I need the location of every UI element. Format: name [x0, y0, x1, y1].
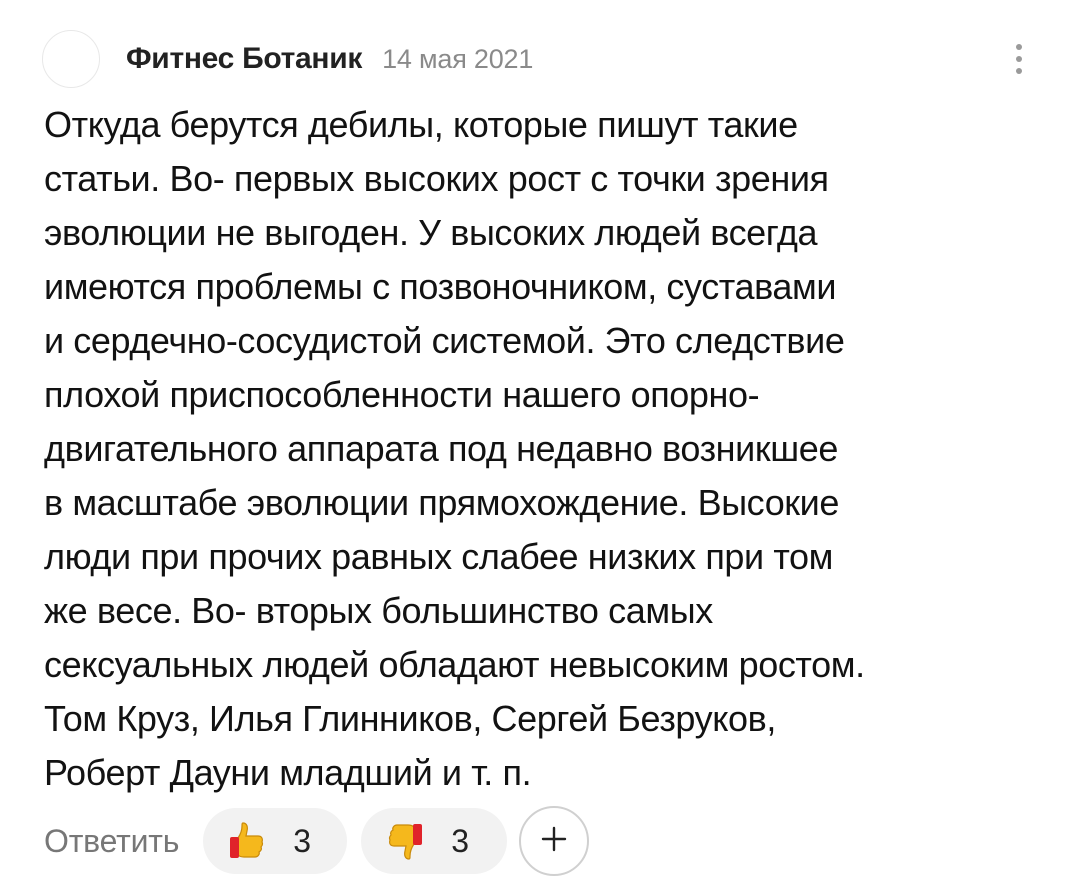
- comment-date: 14 мая 2021: [382, 43, 534, 74]
- comment-text: Откуда берутся дебилы, которые пишут так…: [44, 104, 865, 793]
- thumbs-up-icon: [225, 819, 269, 863]
- more-vertical-icon: [1016, 44, 1022, 50]
- more-options-button[interactable]: [1006, 37, 1032, 81]
- comment-card: Фитнес Ботаник 14 мая 2021 Откуда берутс…: [0, 0, 1080, 887]
- dislike-button[interactable]: 3: [361, 808, 508, 874]
- comment-actions: Ответить 3 3: [44, 806, 590, 876]
- plus-icon: [540, 825, 568, 858]
- avatar[interactable]: [42, 30, 100, 88]
- comment-header: Фитнес Ботаник 14 мая 2021: [42, 29, 1040, 89]
- add-reaction-button[interactable]: [519, 806, 590, 876]
- author-name[interactable]: Фитнес Ботаник: [126, 42, 362, 76]
- like-button[interactable]: 3: [203, 808, 348, 874]
- like-count: 3: [293, 822, 311, 859]
- thumbs-down-icon: [383, 819, 427, 863]
- dislike-count: 3: [451, 822, 469, 859]
- reply-button[interactable]: Ответить: [44, 823, 179, 860]
